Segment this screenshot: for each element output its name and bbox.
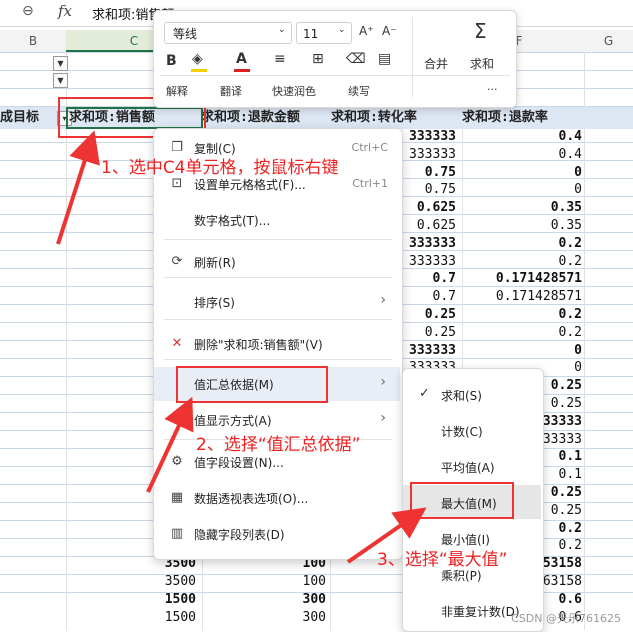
arrow-step1	[56, 130, 100, 245]
arrow-step3	[346, 507, 427, 564]
arrow-step2	[146, 396, 194, 493]
watermark: CSDN @天乐761625	[511, 612, 621, 625]
annotation-arrows	[56, 130, 427, 564]
